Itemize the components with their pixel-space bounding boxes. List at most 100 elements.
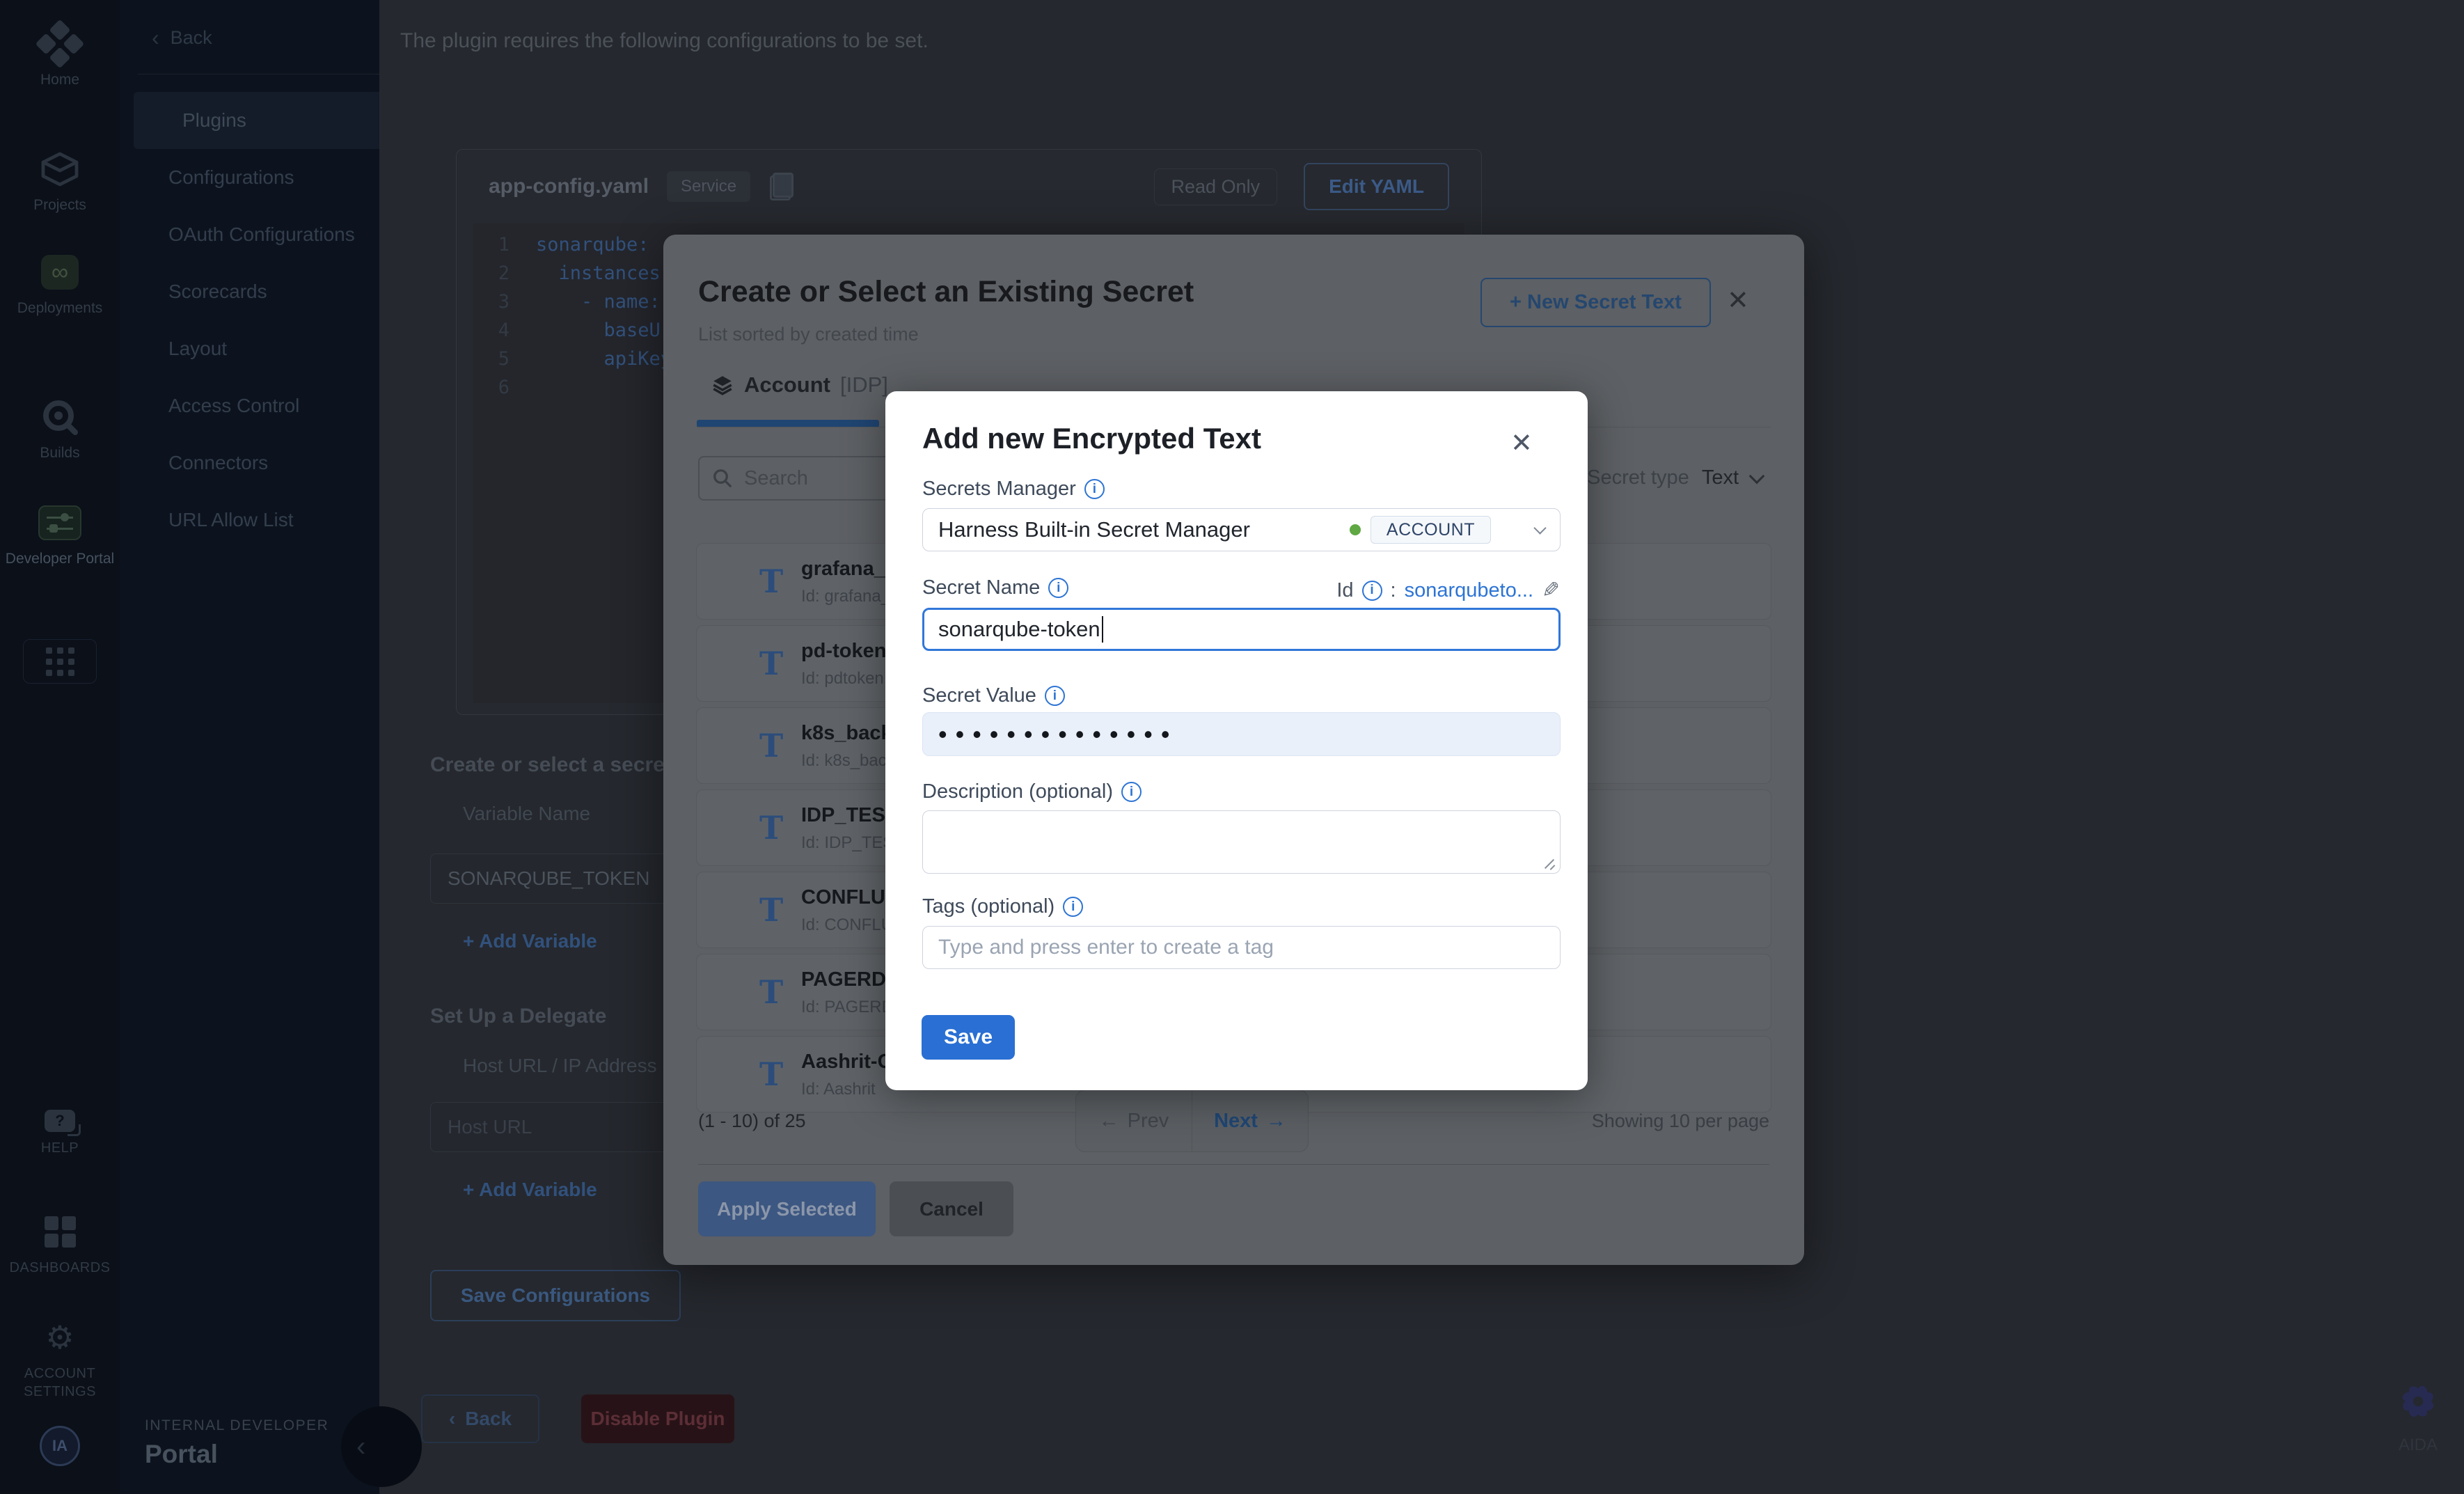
sidebar-item-help[interactable]: ? HELP [0, 1104, 120, 1157]
cancel-button[interactable]: Cancel [890, 1181, 1013, 1236]
line-number: 3 [473, 288, 536, 316]
info-icon[interactable]: i [1063, 897, 1083, 917]
tags-input[interactable] [922, 926, 1561, 969]
disable-plugin-button[interactable]: Disable Plugin [581, 1394, 734, 1443]
nav-back-button[interactable]: ‹ Back [152, 25, 212, 51]
edit-pencil-icon[interactable]: ✎ [1542, 578, 1560, 603]
secret-name-label: Secret Name [922, 576, 1040, 599]
arrow-left-icon: ← [1099, 1110, 1119, 1133]
tab-label: Account [744, 372, 830, 398]
layers-icon [711, 373, 734, 397]
text-secret-icon: T [759, 644, 783, 683]
sidebar-item-developer-portal[interactable]: Developer Portal [0, 503, 120, 568]
code-line: baseUrl [536, 316, 683, 345]
text-secret-icon: T [759, 1055, 783, 1094]
tags-label-row: Tags (optional) i [922, 895, 1083, 918]
edit-yaml-button[interactable]: Edit YAML [1304, 163, 1449, 210]
add-encrypted-text-modal: Add new Encrypted Text ✕ Secrets Manager… [885, 391, 1588, 1090]
secret-name-input[interactable]: sonarqube-token [922, 608, 1561, 651]
line-number: 5 [473, 345, 536, 373]
next-label: Next [1214, 1110, 1258, 1133]
save-button[interactable]: Save [922, 1015, 1015, 1060]
nav-item-url-allow-list[interactable]: URL Allow List [120, 492, 379, 549]
sidebar-item-account-settings[interactable]: ⚙ ACCOUNT SETTINGS [0, 1317, 120, 1401]
nav-item-connectors[interactable]: Connectors [120, 434, 379, 492]
sidebar-item-projects[interactable]: Projects [0, 149, 120, 214]
modal-title: Create or Select an Existing Secret [698, 275, 1194, 309]
add-variable-link[interactable]: + Add Variable [463, 930, 597, 952]
nav-collapse-button[interactable]: ‹ [341, 1406, 422, 1487]
secondary-nav: ‹ Back Plugins Configurations OAuth Conf… [120, 0, 379, 1494]
code-line: - name: [536, 288, 661, 316]
line-number: 2 [473, 259, 536, 288]
nav-item-layout[interactable]: Layout [120, 320, 379, 377]
service-badge: Service [667, 171, 750, 202]
resize-handle-icon[interactable] [1542, 856, 1556, 870]
close-icon[interactable]: ✕ [1727, 285, 1749, 316]
secrets-manager-select[interactable]: Harness Built-in Secret Manager ACCOUNT [922, 508, 1561, 551]
secret-name: CONFLUE [801, 886, 899, 909]
read-only-label: Read Only [1154, 168, 1278, 205]
scope-badge: ACCOUNT [1371, 516, 1491, 544]
add-variable-link-2[interactable]: + Add Variable [463, 1179, 597, 1201]
tab-account-idp[interactable]: Account [IDP] [711, 372, 888, 398]
modal-title: Add new Encrypted Text [922, 422, 1261, 455]
new-secret-text-button[interactable]: + New Secret Text [1480, 278, 1711, 327]
description-textarea[interactable] [922, 810, 1561, 874]
apply-selected-button[interactable]: Apply Selected [698, 1181, 876, 1236]
code-line: apiKey [536, 345, 672, 373]
info-icon[interactable]: i [1121, 782, 1142, 802]
line-number: 4 [473, 316, 536, 345]
sidebar-item-deployments[interactable]: ∞ Deployments [0, 252, 120, 317]
description-label: Description (optional) [922, 780, 1113, 803]
secret-value-input[interactable]: •••••••••••••• [922, 712, 1561, 756]
next-page-button[interactable]: Next → [1192, 1090, 1308, 1151]
nav-item-oauth-configurations[interactable]: OAuth Configurations [120, 206, 379, 263]
delegate-section-heading: Set Up a Delegate [430, 1005, 606, 1028]
sidebar-item-builds[interactable]: Builds [0, 397, 120, 462]
secret-id-link[interactable]: sonarqubeto... [1405, 579, 1533, 602]
secrets-manager-label-row: Secrets Manager i [922, 478, 1105, 501]
info-icon[interactable]: i [1045, 686, 1065, 706]
sidebar-item-label: Developer Portal [0, 550, 120, 568]
tab-suffix: [IDP] [840, 372, 888, 398]
avatar: IA [40, 1426, 80, 1466]
secret-id-row: Id i : sonarqubeto... ✎ [1336, 578, 1560, 603]
sidebar-item-dashboards[interactable]: DASHBOARDS [0, 1211, 120, 1277]
sidebar-item-label: ACCOUNT SETTINGS [0, 1365, 120, 1401]
aida-widget[interactable]: AIDA [2392, 1375, 2445, 1455]
close-icon[interactable]: ✕ [1510, 427, 1533, 459]
pagination-range: (1 - 10) of 25 [698, 1110, 806, 1132]
chevron-left-icon: ‹ [356, 1431, 365, 1463]
info-icon[interactable]: i [1084, 479, 1105, 499]
nav-item-plugins[interactable]: Plugins [134, 92, 379, 149]
copy-icon[interactable] [770, 173, 793, 200]
line-number: 6 [473, 373, 536, 402]
pager: ← Prev Next → [1075, 1090, 1309, 1152]
info-icon[interactable]: i [1048, 578, 1068, 598]
per-page-label: Showing 10 per page [1592, 1110, 1769, 1132]
secret-id: Id: pdtoken [801, 669, 884, 689]
brand-line2: Portal [145, 1440, 329, 1469]
footer-back-button[interactable]: ‹ Back [421, 1394, 539, 1443]
nav-item-configurations[interactable]: Configurations [120, 149, 379, 206]
search-icon [712, 468, 733, 489]
chevron-left-icon: ‹ [449, 1408, 455, 1430]
secret-name-value: sonarqube-token [938, 617, 1100, 642]
sidebar-item-apps-grid[interactable] [0, 639, 120, 684]
modal-subtitle: List sorted by created time [698, 324, 919, 345]
user-avatar[interactable]: IA [0, 1426, 120, 1466]
secret-name: IDP_TEST [801, 804, 898, 827]
id-label: Id [1336, 579, 1353, 602]
secret-id: Id: Aashrit [801, 1080, 876, 1099]
info-icon[interactable]: i [1362, 581, 1382, 601]
save-configurations-button[interactable]: Save Configurations [430, 1270, 681, 1321]
secret-id: Id: IDP_TES [801, 833, 894, 853]
sidebar-item-home[interactable]: Home [0, 24, 120, 89]
nav-item-access-control[interactable]: Access Control [120, 377, 379, 434]
secret-type-dropdown[interactable]: Secret type Text [1587, 466, 1762, 489]
avatar-initials: IA [52, 1437, 68, 1455]
sidebar-item-label: Deployments [0, 299, 120, 317]
nav-item-scorecards[interactable]: Scorecards [120, 263, 379, 320]
prev-page-button[interactable]: ← Prev [1076, 1090, 1192, 1151]
